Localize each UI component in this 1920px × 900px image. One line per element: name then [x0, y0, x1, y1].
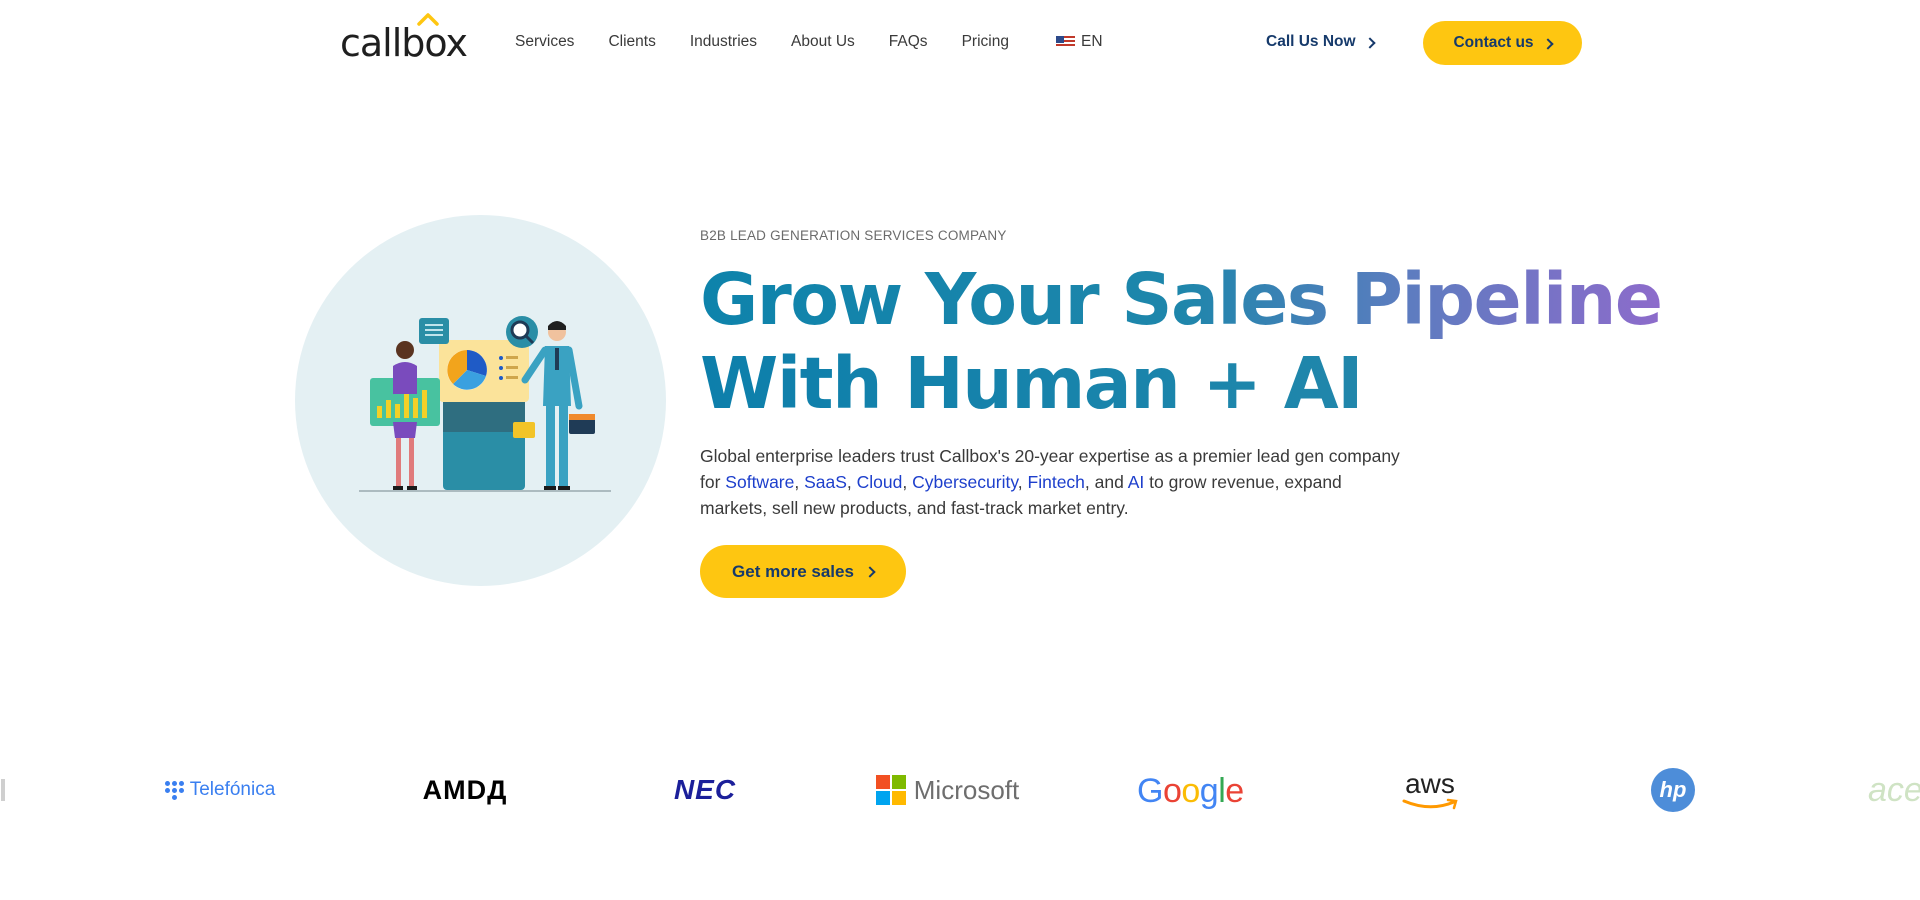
hero-desc-sep: , [846, 472, 857, 492]
nav-about-us[interactable]: About Us [791, 33, 855, 51]
link-fintech[interactable]: Fintech [1028, 472, 1085, 492]
link-saas[interactable]: SaaS [804, 472, 847, 492]
chevron-right-icon [1363, 36, 1376, 49]
chevron-right-icon [864, 566, 876, 578]
nav-services[interactable]: Services [515, 33, 574, 51]
hero-headline: Grow Your Sales Pipeline With Human + AI [700, 258, 1663, 426]
hero-headline-line-2: With Human + AI [700, 342, 1662, 426]
microsoft-wordmark: Microsoft [913, 774, 1020, 805]
hero-desc-sep: , and [1084, 472, 1128, 492]
contact-us-label: Contact us [1453, 34, 1534, 51]
hero-desc-sep: , [794, 472, 805, 492]
amd-logo: AMDД [405, 760, 525, 820]
google-wordmark: Google [1137, 772, 1244, 810]
hero-desc-sep: , [1017, 472, 1028, 492]
hp-logo: hp [1648, 760, 1698, 820]
link-cloud[interactable]: Cloud [857, 472, 903, 492]
hero-description: Global enterprise leaders trust Callbox'… [700, 443, 1400, 521]
svg-text:Google: Google [1137, 772, 1244, 810]
language-label: EN [1081, 33, 1103, 50]
client-logos-strip: Telefónica AMDД NEC Microsoft Google aws… [0, 760, 1920, 820]
telefonica-dots-icon [164, 780, 184, 800]
acer-logo-partial: acer [1868, 760, 1920, 820]
amd-wordmark: AMDД [422, 774, 508, 805]
hp-wordmark: hp [1651, 768, 1695, 812]
nec-logo: NEC [655, 760, 755, 820]
aws-smile-icon [1402, 798, 1458, 810]
get-more-sales-button[interactable]: Get more sales [700, 545, 906, 598]
partial-logo-left [0, 760, 6, 820]
nav-clients[interactable]: Clients [608, 33, 655, 51]
aws-wordmark: aws [1405, 768, 1455, 799]
hero-eyebrow: B2B LEAD GENERATION SERVICES COMPANY [700, 228, 1007, 243]
nec-wordmark: NEC [673, 774, 737, 805]
main-nav: Services Clients Industries About Us FAQ… [515, 33, 1043, 51]
get-more-sales-label: Get more sales [732, 561, 854, 581]
microsoft-logo: Microsoft [870, 760, 1025, 820]
nav-industries[interactable]: Industries [690, 33, 757, 51]
call-us-now-label: Call Us Now [1266, 33, 1356, 50]
us-flag-icon [1056, 36, 1075, 48]
business-team-illustration [359, 316, 611, 492]
telefonica-logo: Telefónica [155, 760, 285, 820]
acer-wordmark: acer [1868, 770, 1920, 809]
microsoft-squares-icon [875, 775, 906, 805]
telefonica-wordmark: Telefónica [189, 779, 276, 800]
hero-headline-line-1: Grow Your Sales Pipeline [700, 258, 1663, 341]
language-selector[interactable]: EN [1056, 33, 1103, 51]
chevron-right-icon [1541, 37, 1554, 50]
link-software[interactable]: Software [725, 472, 794, 492]
site-header: callbox Services Clients Industries Abou… [0, 0, 1920, 88]
contact-us-button[interactable]: Contact us [1423, 21, 1582, 65]
hero-desc-sep: , [902, 472, 913, 492]
nav-faqs[interactable]: FAQs [889, 33, 928, 51]
nav-pricing[interactable]: Pricing [962, 33, 1009, 51]
link-ai[interactable]: AI [1128, 472, 1145, 492]
aws-logo: aws [1390, 760, 1470, 820]
callbox-logo[interactable]: callbox [340, 10, 468, 65]
logo-text: callbox [340, 21, 468, 65]
call-us-now-link[interactable]: Call Us Now [1266, 33, 1376, 51]
link-cybersecurity[interactable]: Cybersecurity [912, 472, 1018, 492]
google-logo: Google [1135, 760, 1245, 820]
